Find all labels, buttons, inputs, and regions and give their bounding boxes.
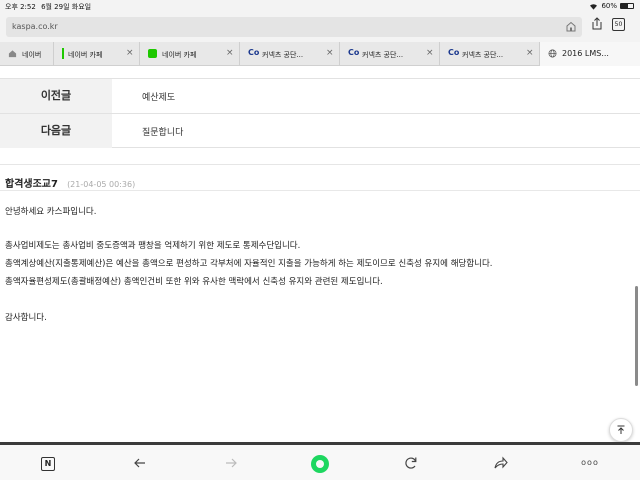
scrollbar[interactable]: [635, 286, 638, 386]
tab-label: 네이버: [22, 51, 42, 59]
connects-co-icon: Co: [248, 48, 260, 57]
post-navigation: 이전글 예산제도 다음글 질문합니다: [0, 78, 640, 148]
close-icon[interactable]: ×: [426, 48, 434, 58]
tab-count-button[interactable]: 50: [612, 18, 625, 31]
status-time: 오후 2:52: [5, 3, 36, 11]
comment-line: 안녕하세요 카스파입니다.: [5, 207, 97, 217]
comment: 합격생조교7 (21-04-05 00:36) 안녕하세요 카스파입니다. 총사…: [0, 164, 640, 323]
green-dot-button[interactable]: [311, 455, 329, 473]
battery-icon: [620, 3, 634, 9]
more-options-button[interactable]: ooo: [580, 453, 600, 473]
divider: [0, 190, 640, 191]
share-icon[interactable]: [591, 17, 603, 30]
comment-date: (21-04-05 00:36): [67, 180, 136, 189]
status-bar: 오후 2:52 6월 29일 화요일 60%: [0, 0, 640, 13]
battery-level: [621, 4, 629, 8]
address-field[interactable]: kaspa.co.kr: [6, 17, 582, 37]
tab-naver-cafe-2[interactable]: 네이버 카페 ×: [140, 42, 240, 66]
comment-line: 감사합니다.: [5, 313, 47, 323]
tab-naver-cafe-1[interactable]: 네이버 카페 ×: [54, 42, 140, 66]
connects-co-icon: Co: [448, 48, 460, 57]
prev-post-row[interactable]: 이전글 예산제도: [0, 78, 640, 113]
tab-label: 네이버 카페: [68, 51, 103, 59]
refresh-icon[interactable]: [401, 453, 421, 473]
tab-naver[interactable]: 네이버: [0, 42, 54, 66]
share-arrow-icon[interactable]: [491, 453, 511, 473]
battery-percent: 60%: [601, 2, 617, 10]
prev-post-link[interactable]: 예산제도: [142, 90, 175, 103]
tab-connects-1[interactable]: Co 커넥츠 공단... ×: [240, 42, 340, 66]
close-icon[interactable]: ×: [126, 48, 134, 58]
tab-label: 커넥츠 공단...: [262, 51, 304, 59]
scroll-to-top-button[interactable]: [609, 418, 633, 442]
naver-cafe-bar-icon: [62, 48, 64, 59]
naver-cafe-icon: [148, 49, 157, 58]
tab-lms[interactable]: 2016 LMS...: [540, 42, 640, 66]
address-bar-row: kaspa.co.kr: [0, 13, 640, 42]
prev-post-label: 이전글: [0, 79, 112, 113]
close-icon[interactable]: ×: [526, 48, 534, 58]
comment-author: 합격생조교7: [5, 179, 58, 190]
status-date: 6월 29일 화요일: [41, 3, 92, 11]
close-icon[interactable]: ×: [226, 48, 234, 58]
connects-co-icon: Co: [348, 48, 360, 57]
arrow-up-icon: [617, 425, 625, 434]
comment-line: 총액자율편성제도(총괄배정예산) 총액인건비 또한 위와 유사한 맥락에서 신축…: [5, 277, 383, 287]
tab-label: 2016 LMS...: [562, 49, 609, 58]
home-icon: [8, 50, 17, 58]
tab-label: 커넥츠 공단...: [462, 51, 504, 59]
comment-line: 총액계상예산(지출통제예산)은 예산을 총액으로 편성하고 각부처에 자율적인 …: [5, 259, 493, 269]
forward-arrow-icon[interactable]: [221, 453, 241, 473]
wifi-icon: [590, 3, 598, 10]
next-post-label: 다음글: [0, 114, 112, 148]
home-icon[interactable]: [566, 21, 576, 32]
globe-icon: [548, 49, 557, 58]
tab-connects-2[interactable]: Co 커넥츠 공단... ×: [340, 42, 440, 66]
tab-label: 커넥츠 공단...: [362, 51, 404, 59]
tab-label: 네이버 카페: [162, 51, 197, 59]
close-icon[interactable]: ×: [326, 48, 334, 58]
next-post-link[interactable]: 질문합니다: [142, 125, 183, 138]
comment-line: 총사업비제도는 총사업비 중도증액과 팽창을 억제하기 위한 제도로 통제수단입…: [5, 241, 301, 251]
tab-connects-3[interactable]: Co 커넥츠 공단... ×: [440, 42, 540, 66]
back-arrow-icon[interactable]: [130, 453, 150, 473]
url-text: kaspa.co.kr: [12, 22, 58, 31]
naver-n-button[interactable]: N: [41, 457, 55, 471]
bottom-toolbar: N ooo: [0, 445, 640, 480]
page-content: 이전글 예산제도 다음글 질문합니다 합격생조교7 (21-04-05 00:3…: [0, 66, 640, 442]
tab-strip: 네이버 네이버 카페 × 네이버 카페 × Co 커넥츠 공단... × Co …: [0, 42, 640, 66]
next-post-row[interactable]: 다음글 질문합니다: [0, 113, 640, 148]
